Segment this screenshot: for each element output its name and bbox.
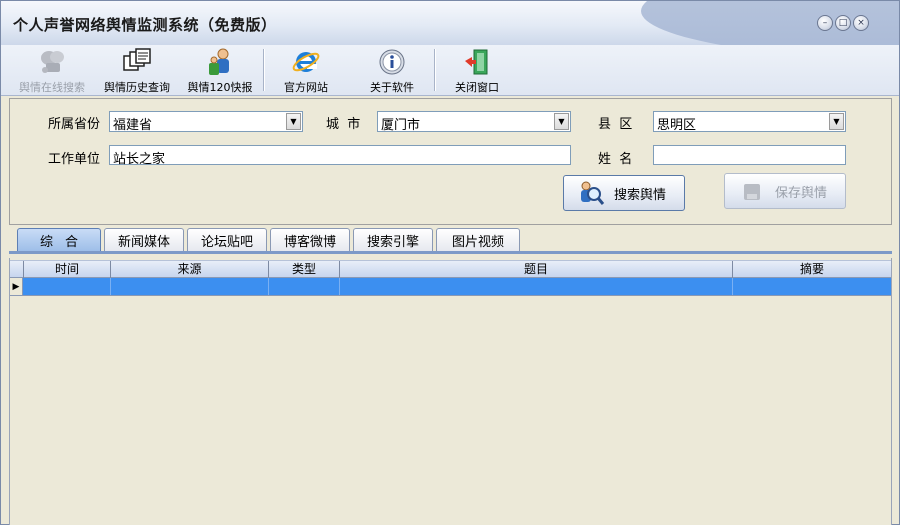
toolbar-about-label: 关于软件 (370, 81, 414, 94)
row-header-corner (10, 261, 24, 278)
toolbar-separator (434, 49, 435, 91)
county-select[interactable]: 思明区 ▼ (653, 111, 846, 133)
county-label: 县 区 (598, 117, 633, 132)
people-report-icon (204, 47, 236, 77)
toolbar-about-button[interactable]: 关于软件 (364, 47, 420, 95)
name-input[interactable] (653, 145, 846, 165)
column-header-source[interactable]: 来源 (111, 261, 269, 278)
search-sentiment-label: 搜索舆情 (614, 187, 667, 203)
window-controls: – □ × (817, 15, 869, 31)
title-bar[interactable]: 个人声誉网络舆情监测系统（免费版） – □ × (1, 1, 899, 45)
toolbar-close-window-label: 关闭窗口 (455, 81, 499, 94)
toolbar-history-query-button[interactable]: 舆情历史查询 (102, 47, 172, 95)
window-title: 个人声誉网络舆情监测系统（免费版） (13, 16, 277, 34)
row-indicator-icon[interactable]: ▶ (10, 278, 23, 295)
tab-general[interactable]: 综合 (17, 228, 101, 252)
city-label: 城 市 (326, 117, 361, 132)
main-toolbar: 舆情在线搜索 舆情历史查询 舆情120快报 官方网站 关于软件 关闭窗口 (1, 45, 899, 96)
app-window: 个人声誉网络舆情监测系统（免费版） – □ × 舆情在线搜索 舆情历史查询 舆情… (0, 0, 900, 525)
table-row[interactable]: ▶ (10, 278, 891, 295)
tab-images-videos[interactable]: 图片视频 (436, 228, 520, 251)
city-value: 厦门市 (381, 118, 421, 133)
save-sentiment-label: 保存舆情 (775, 185, 828, 201)
grid-header: 时间 来源 类型 题目 摘要 (10, 260, 891, 278)
toolbar-official-site-label: 官方网站 (284, 81, 328, 94)
toolbar-quick-report-label: 舆情120快报 (187, 81, 253, 94)
minimize-button[interactable]: – (817, 15, 833, 31)
org-label: 工作单位 (48, 152, 101, 167)
cell-title[interactable] (340, 278, 733, 295)
name-label: 姓 名 (598, 152, 633, 167)
results-grid[interactable]: 时间 来源 类型 题目 摘要 ▶ (9, 258, 892, 525)
query-form: 所属省份 福建省 ▼ 城 市 厦门市 ▼ 县 区 思明区 ▼ 工作单位 站长之家… (9, 98, 892, 225)
tab-blogs-weibo[interactable]: 博客微博 (270, 228, 350, 251)
column-header-type[interactable]: 类型 (269, 261, 340, 278)
toolbar-separator (263, 49, 264, 91)
search-person-icon (576, 178, 606, 208)
info-icon (376, 47, 408, 77)
org-value: 站长之家 (113, 152, 166, 167)
close-button[interactable]: × (853, 15, 869, 31)
toolbar-official-site-button[interactable]: 官方网站 (278, 47, 334, 95)
toolbar-history-query-label: 舆情历史查询 (104, 81, 170, 94)
history-windows-icon (121, 47, 153, 77)
city-select[interactable]: 厦门市 ▼ (377, 111, 571, 133)
tab-news-media[interactable]: 新闻媒体 (104, 228, 184, 251)
search-online-icon (36, 47, 68, 77)
toolbar-online-search-button[interactable]: 舆情在线搜索 (17, 47, 87, 95)
exit-door-icon (461, 47, 493, 77)
toolbar-quick-report-button[interactable]: 舆情120快报 (187, 47, 253, 95)
search-sentiment-button[interactable]: 搜索舆情 (563, 175, 685, 211)
dropdown-arrow-icon[interactable]: ▼ (286, 113, 301, 130)
dropdown-arrow-icon[interactable]: ▼ (554, 113, 569, 130)
maximize-button[interactable]: □ (835, 15, 851, 31)
dropdown-arrow-icon[interactable]: ▼ (829, 113, 844, 130)
tab-forums[interactable]: 论坛贴吧 (187, 228, 267, 251)
tab-strip-line (9, 251, 892, 254)
column-header-summary[interactable]: 摘要 (733, 261, 891, 278)
column-header-time[interactable]: 时间 (24, 261, 111, 278)
tab-search-engines[interactable]: 搜索引擎 (353, 228, 433, 251)
province-label: 所属省份 (48, 117, 101, 132)
province-select[interactable]: 福建省 ▼ (109, 111, 303, 133)
internet-explorer-icon (290, 47, 322, 77)
province-value: 福建省 (113, 118, 153, 133)
toolbar-online-search-label: 舆情在线搜索 (19, 81, 85, 94)
save-icon (737, 176, 767, 206)
cell-source[interactable] (111, 278, 269, 295)
cell-time[interactable] (24, 278, 111, 295)
cell-type[interactable] (269, 278, 340, 295)
save-sentiment-button[interactable]: 保存舆情 (724, 173, 846, 209)
org-input[interactable]: 站长之家 (109, 145, 571, 167)
cell-summary[interactable] (733, 278, 891, 295)
column-header-title[interactable]: 题目 (340, 261, 733, 278)
county-value: 思明区 (657, 118, 697, 133)
toolbar-close-window-button[interactable]: 关闭窗口 (449, 47, 505, 95)
grid-row-divider (10, 295, 891, 296)
